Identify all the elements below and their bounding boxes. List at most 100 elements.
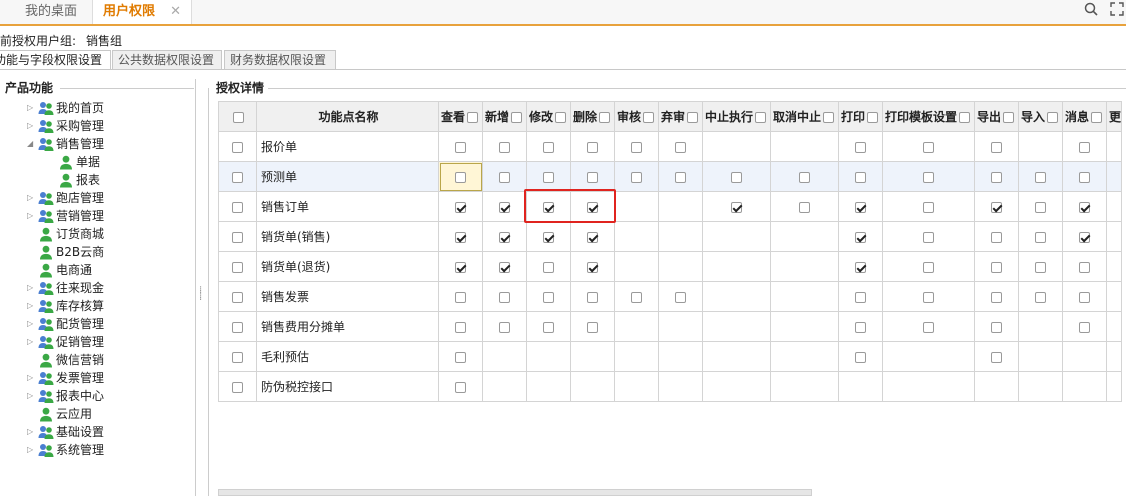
table-row[interactable]: 报价单 [218,131,1123,162]
permission-cell[interactable] [658,281,703,312]
permission-checkbox[interactable] [855,141,866,153]
column-select-checkbox[interactable] [867,112,879,123]
permission-checkbox[interactable] [855,231,866,243]
permission-checkbox[interactable] [543,321,554,333]
expand-arrow-icon[interactable]: ▷ [27,279,37,297]
permission-cell[interactable] [882,191,975,222]
permission-checkbox[interactable] [855,171,866,183]
permission-cell[interactable] [482,161,527,192]
column-header[interactable]: 打印 [838,101,883,132]
permission-cell[interactable] [770,191,839,222]
column-header[interactable]: 新增 [482,101,527,132]
permission-cell[interactable] [1062,311,1107,342]
column-select-checkbox[interactable] [755,112,767,123]
permission-checkbox[interactable] [991,171,1002,183]
permission-checkbox[interactable] [631,171,642,183]
permission-cell[interactable] [1018,191,1063,222]
permission-cell[interactable] [570,221,615,252]
table-row[interactable]: 防伪税控接口 [218,371,1123,402]
permission-checkbox[interactable] [991,291,1002,303]
permission-cell[interactable] [1018,161,1063,192]
row-select-cell[interactable] [218,281,257,312]
column-select-checkbox[interactable] [687,112,699,123]
permission-cell[interactable] [438,221,483,252]
column-select-checkbox[interactable] [823,112,835,123]
permission-cell[interactable] [1062,251,1107,282]
permission-cell[interactable] [974,251,1019,282]
permission-cell[interactable] [838,221,883,252]
row-select-checkbox[interactable] [232,291,243,303]
table-row[interactable]: 销货单(退货) [218,251,1123,282]
expand-arrow-icon[interactable]: ▷ [27,333,37,351]
permission-checkbox[interactable] [731,201,742,213]
permission-checkbox[interactable] [455,381,466,393]
permission-cell[interactable] [838,251,883,282]
permission-cell[interactable] [438,341,483,372]
permission-checkbox[interactable] [991,261,1002,273]
permission-checkbox[interactable] [1079,261,1090,273]
permission-checkbox[interactable] [1079,291,1090,303]
permission-checkbox[interactable] [923,321,934,333]
expand-arrow-icon[interactable]: ▷ [27,297,37,315]
tab-user-permissions[interactable]: 用户权限 ✕ [92,0,192,24]
permission-checkbox[interactable] [1079,201,1090,213]
permission-checkbox[interactable] [855,261,866,273]
permission-cell[interactable] [882,131,975,162]
permission-checkbox[interactable] [499,321,510,333]
permission-cell[interactable] [526,161,571,192]
permission-checkbox[interactable] [587,261,598,273]
permission-cell[interactable] [526,131,571,162]
table-row[interactable]: 预测单 [218,161,1123,192]
table-row[interactable]: 销售费用分摊单 [218,311,1123,342]
row-select-checkbox[interactable] [232,321,243,333]
column-select-checkbox[interactable] [555,112,567,123]
column-select-checkbox[interactable] [1091,112,1103,123]
expand-arrow-icon[interactable]: ▷ [27,441,37,459]
column-select-checkbox[interactable] [643,112,655,123]
tab-function-field-permissions[interactable]: 功能与字段权限设置 [0,50,111,70]
permission-cell[interactable] [570,281,615,312]
permission-checkbox[interactable] [455,171,466,183]
permission-cell[interactable] [614,281,659,312]
permission-checkbox[interactable] [1035,231,1046,243]
permission-checkbox[interactable] [499,141,510,153]
permission-checkbox[interactable] [923,201,934,213]
permission-checkbox[interactable] [499,171,510,183]
row-select-checkbox[interactable] [232,201,243,213]
permission-checkbox[interactable] [675,291,686,303]
permission-checkbox[interactable] [1035,291,1046,303]
permission-checkbox[interactable] [855,291,866,303]
permission-checkbox[interactable] [923,141,934,153]
permission-cell[interactable] [974,191,1019,222]
row-select-cell[interactable] [218,131,257,162]
permission-cell[interactable] [838,191,883,222]
tab-public-data-permissions[interactable]: 公共数据权限设置 [112,50,222,70]
permission-cell[interactable] [658,131,703,162]
permission-cell[interactable] [614,131,659,162]
permission-checkbox[interactable] [1079,141,1090,153]
row-select-checkbox[interactable] [232,141,243,153]
permission-cell[interactable] [974,281,1019,312]
permission-checkbox[interactable] [799,171,810,183]
permission-cell[interactable] [974,221,1019,252]
permission-checkbox[interactable] [631,141,642,153]
expand-arrow-icon[interactable]: ▷ [27,189,37,207]
tab-finance-data-permissions[interactable]: 财务数据权限设置 [224,50,336,70]
column-select-checkbox[interactable] [1047,112,1059,123]
collapse-arrow-icon[interactable]: ◢ [27,135,37,153]
panel-splitter-handle[interactable]: ⁞ ⁞ [199,286,203,309]
select-all-checkbox[interactable] [233,111,244,123]
permission-cell[interactable] [438,131,483,162]
permission-checkbox[interactable] [543,291,554,303]
close-icon[interactable]: ✕ [170,0,181,24]
permission-cell[interactable] [438,281,483,312]
permission-checkbox[interactable] [991,231,1002,243]
column-header[interactable]: 审核 [614,101,659,132]
permission-cell[interactable] [1062,161,1107,192]
permission-cell[interactable] [702,191,771,222]
fullscreen-icon[interactable] [1110,2,1124,20]
expand-arrow-icon[interactable]: ▷ [27,369,37,387]
permission-cell[interactable] [1062,191,1107,222]
permission-checkbox[interactable] [855,321,866,333]
permission-checkbox[interactable] [455,141,466,153]
